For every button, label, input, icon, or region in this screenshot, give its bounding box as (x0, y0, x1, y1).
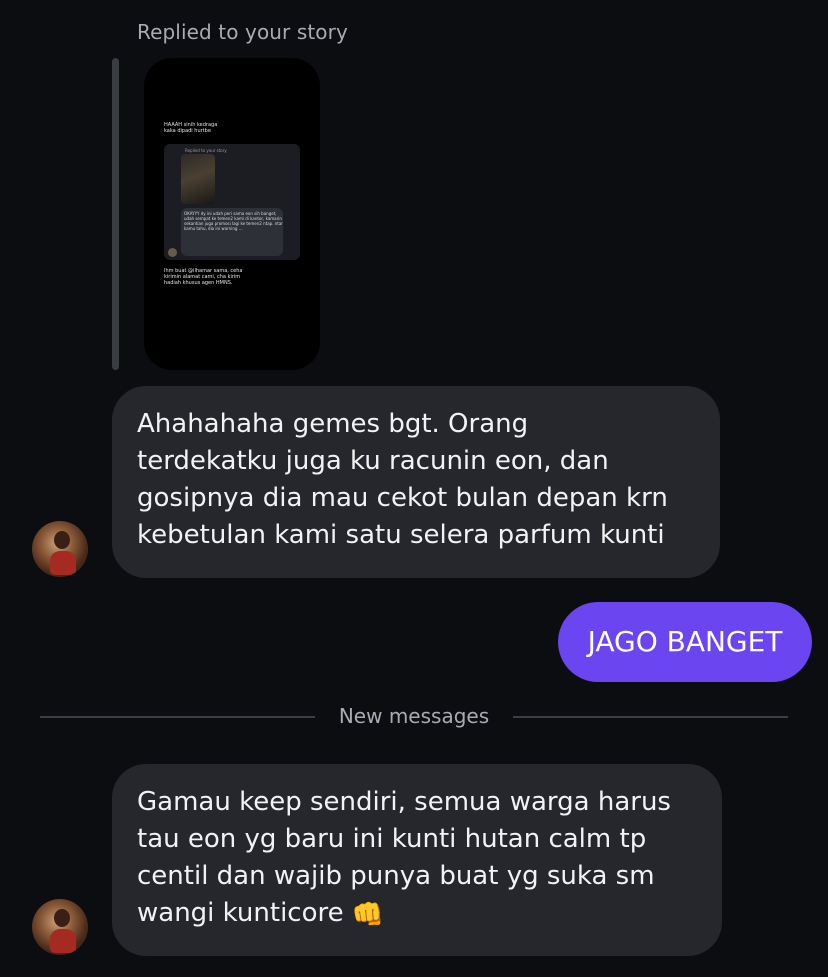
received-message-bubble[interactable]: Gamau keep sendiri, semua warga harus ta… (112, 764, 722, 956)
story-nested-bubble: OKAYYY dy ini udah peri sama eon sih ban… (181, 208, 283, 256)
chat-thread: Replied to your story HAAAH sinih kedrag… (0, 0, 828, 977)
story-preview[interactable]: HAAAH sinih kedraga kaka dipadi hurtbe R… (144, 58, 320, 370)
sender-avatar[interactable] (32, 899, 88, 955)
story-line: kaka dipadi hurtbe (164, 128, 211, 134)
story-line: hadiah khusus agen HMNS. (164, 280, 233, 286)
reply-quote-bar (112, 58, 119, 370)
story-nested-text: OKAYYY dy ini udah peri sama eon sih ban… (184, 211, 283, 231)
message-text: JAGO BANGET (587, 625, 783, 658)
sent-message-bubble[interactable]: JAGO BANGET (558, 602, 812, 682)
story-nested-caption: Replied to your story (185, 148, 227, 153)
received-message-bubble[interactable]: Ahahahaha gemes bgt. Orang terdekatku ju… (112, 386, 720, 578)
story-nested-photo (181, 154, 215, 204)
new-messages-divider: New messages (338, 704, 490, 728)
sender-avatar[interactable] (32, 521, 88, 577)
fist-emoji-icon: 👊 (351, 900, 385, 930)
message-text: Ahahahaha gemes bgt. Orang terdekatku ju… (137, 409, 668, 550)
story-nested-avatar (168, 248, 177, 257)
message-text: Gamau keep sendiri, semua warga harus ta… (137, 787, 671, 928)
divider-line (40, 716, 315, 718)
divider-line (513, 716, 788, 718)
reply-caption: Replied to your story (137, 20, 348, 44)
story-nested-card: Replied to your story OKAYYY dy ini udah… (164, 144, 300, 260)
